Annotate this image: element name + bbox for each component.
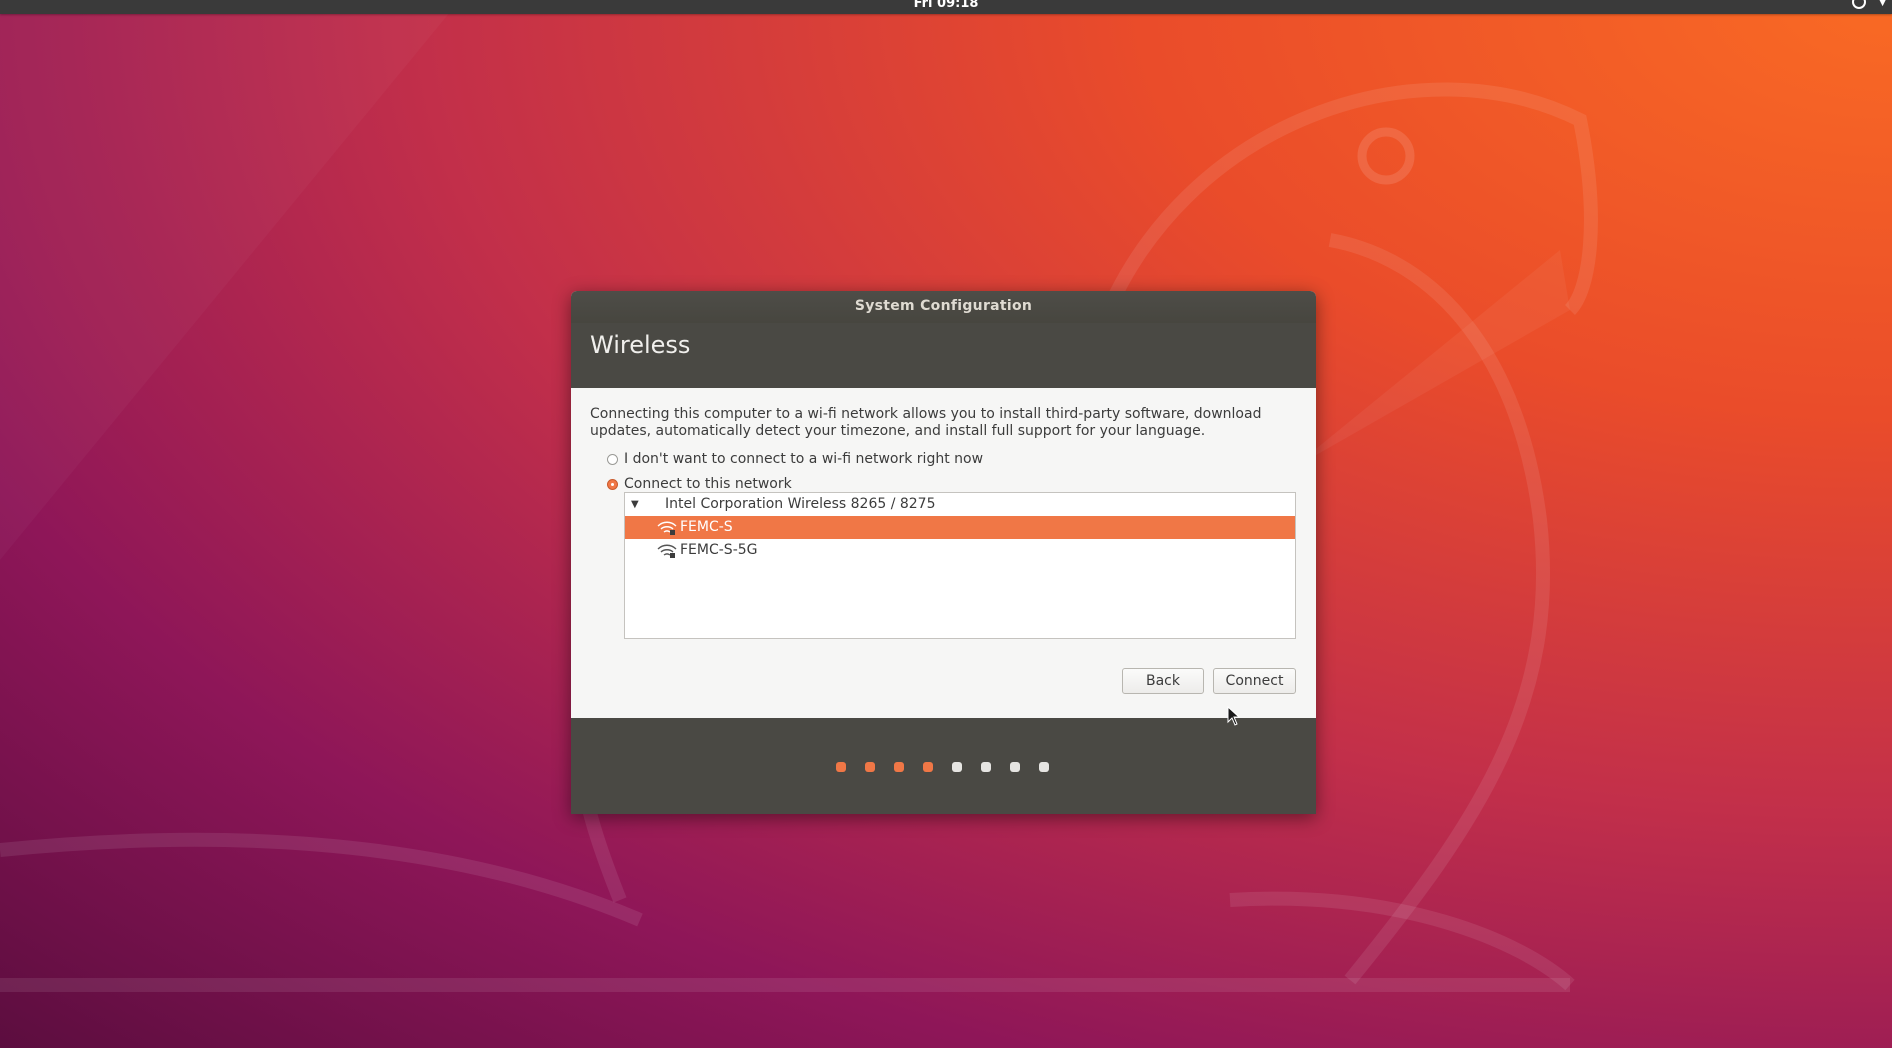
dialog-body: Connecting this computer to a wi-fi netw…	[571, 388, 1316, 718]
wifi-secure-icon	[657, 544, 677, 558]
progress-step-dot	[865, 762, 875, 772]
system-configuration-dialog: System Configuration Wireless Connecting…	[571, 291, 1316, 814]
description-text: Connecting this computer to a wi-fi netw…	[590, 406, 1262, 439]
connect-button[interactable]: Connect	[1213, 668, 1296, 694]
radio-button-unchecked[interactable]	[607, 453, 618, 465]
no-wifi-option-label[interactable]: I don't want to connect to a wi-fi netwo…	[624, 451, 983, 467]
network-list[interactable]: ▼ Intel Corporation Wireless 8265 / 8275…	[624, 492, 1296, 639]
progress-dots	[836, 762, 1068, 772]
wifi-secure-icon	[657, 521, 677, 535]
progress-step-dot	[923, 762, 933, 772]
progress-step-dot	[894, 762, 904, 772]
expander-triangle-icon[interactable]: ▼	[631, 493, 639, 516]
window-title: System Configuration	[571, 291, 1316, 323]
progress-step-dot	[981, 762, 991, 772]
clock[interactable]: Fri 09:18	[914, 0, 979, 10]
chevron-down-icon[interactable]: ▼	[1879, 0, 1886, 8]
no-wifi-option[interactable]: I don't want to connect to a wi-fi netwo…	[607, 451, 983, 467]
progress-footer	[571, 718, 1316, 814]
power-icon[interactable]	[1852, 0, 1866, 9]
network-row-femc-s-5g[interactable]: FEMC-S-5G	[625, 539, 1295, 562]
progress-step-dot	[1010, 762, 1020, 772]
page-title: Wireless	[590, 331, 691, 359]
page-header: Wireless	[571, 323, 1316, 388]
progress-step-dot	[836, 762, 846, 772]
connect-network-option[interactable]: Connect to this network	[607, 476, 792, 492]
radio-button-checked[interactable]	[607, 478, 618, 490]
connect-network-option-label[interactable]: Connect to this network	[624, 476, 792, 492]
progress-step-dot	[952, 762, 962, 772]
device-row[interactable]: ▼ Intel Corporation Wireless 8265 / 8275	[625, 493, 1295, 516]
back-button[interactable]: Back	[1122, 668, 1204, 694]
mouse-cursor-icon	[1227, 706, 1241, 726]
top-bar: Fri 09:18 ▼	[0, 0, 1892, 14]
device-label: Intel Corporation Wireless 8265 / 8275	[665, 496, 936, 512]
progress-step-dot	[1039, 762, 1049, 772]
network-ssid: FEMC-S	[680, 519, 733, 535]
network-row-femc-s[interactable]: FEMC-S	[625, 516, 1295, 539]
network-ssid: FEMC-S-5G	[680, 542, 758, 558]
